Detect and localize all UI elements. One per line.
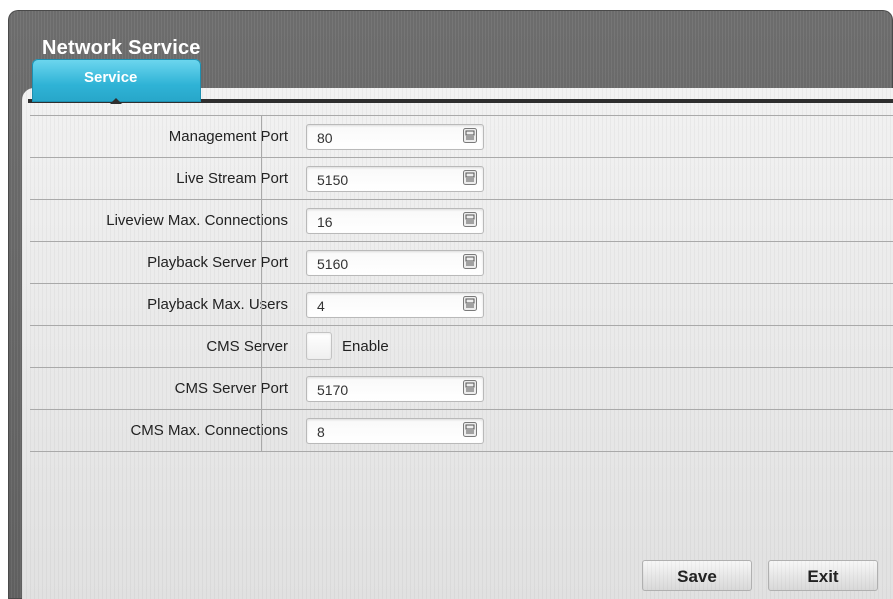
setting-row-playback-max-users: Playback Max. Users 4 bbox=[30, 284, 893, 326]
setting-row-liveview-max-connections: Liveview Max. Connections 16 bbox=[30, 200, 893, 242]
keyboard-icon[interactable] bbox=[463, 212, 477, 227]
management-port-field[interactable]: 80 bbox=[306, 124, 484, 150]
setting-row-management-port: Management Port 80 bbox=[30, 116, 893, 158]
cms-server-enable-label[interactable]: Enable bbox=[342, 326, 389, 367]
liveview-max-connections-label: Liveview Max. Connections bbox=[106, 212, 288, 229]
cms-server-enable-checkbox[interactable] bbox=[306, 332, 332, 360]
keyboard-icon[interactable] bbox=[463, 254, 477, 269]
setting-row-live-stream-port: Live Stream Port 5150 bbox=[30, 158, 893, 200]
playback-max-users-label: Playback Max. Users bbox=[147, 296, 288, 313]
save-button[interactable]: Save bbox=[642, 560, 752, 591]
cms-server-port-field[interactable]: 5170 bbox=[306, 376, 484, 402]
keyboard-icon[interactable] bbox=[463, 128, 477, 143]
cms-max-connections-value: 8 bbox=[317, 424, 325, 440]
playback-server-port-value: 5160 bbox=[317, 256, 349, 272]
live-stream-port-field[interactable]: 5150 bbox=[306, 166, 484, 192]
keyboard-icon[interactable] bbox=[463, 380, 477, 395]
settings-table: Management Port 80 Live Stream Port 5150… bbox=[30, 115, 893, 452]
live-stream-port-value: 5150 bbox=[317, 172, 349, 188]
label-column-divider bbox=[261, 115, 262, 451]
keyboard-icon[interactable] bbox=[463, 296, 477, 311]
tab-service[interactable]: Service bbox=[32, 59, 201, 104]
live-stream-port-label: Live Stream Port bbox=[176, 170, 288, 187]
setting-row-playback-server-port: Playback Server Port 5160 bbox=[30, 242, 893, 284]
setting-row-cms-server-port: CMS Server Port 5170 bbox=[30, 368, 893, 410]
playback-server-port-label: Playback Server Port bbox=[147, 254, 288, 271]
cms-server-port-value: 5170 bbox=[317, 382, 349, 398]
exit-button[interactable]: Exit bbox=[768, 560, 878, 591]
playback-server-port-field[interactable]: 5160 bbox=[306, 250, 484, 276]
keyboard-icon[interactable] bbox=[463, 422, 477, 437]
cms-max-connections-label: CMS Max. Connections bbox=[130, 422, 288, 439]
cms-server-label: CMS Server bbox=[206, 338, 288, 355]
management-port-label: Management Port bbox=[168, 128, 288, 145]
setting-row-cms-max-connections: CMS Max. Connections 8 bbox=[30, 410, 893, 452]
liveview-max-connections-value: 16 bbox=[317, 214, 333, 230]
cms-server-port-label: CMS Server Port bbox=[174, 380, 288, 397]
cms-max-connections-field[interactable]: 8 bbox=[306, 418, 484, 444]
window-title: Network Service bbox=[42, 37, 201, 59]
playback-max-users-value: 4 bbox=[317, 298, 325, 314]
liveview-max-connections-field[interactable]: 16 bbox=[306, 208, 484, 234]
setting-row-cms-server: CMS Server Enable bbox=[30, 326, 893, 368]
management-port-value: 80 bbox=[317, 130, 333, 146]
tab-service-label: Service bbox=[84, 69, 138, 86]
active-tab-indicator bbox=[110, 98, 122, 104]
keyboard-icon[interactable] bbox=[463, 170, 477, 185]
playback-max-users-field[interactable]: 4 bbox=[306, 292, 484, 318]
